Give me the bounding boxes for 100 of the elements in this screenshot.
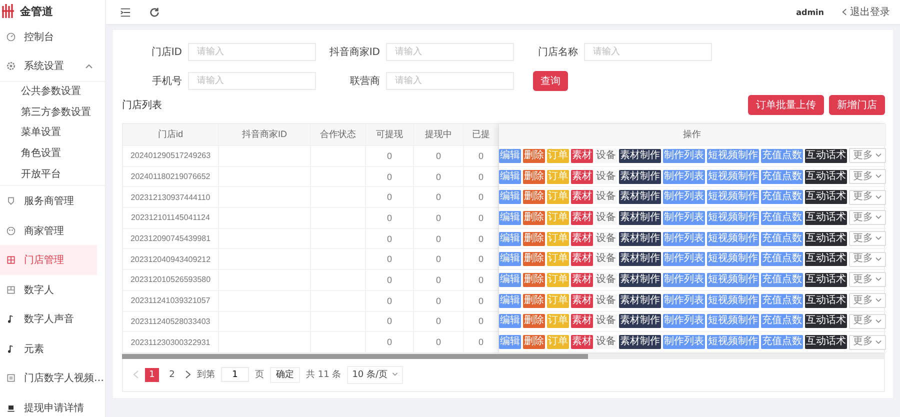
action-button[interactable]: 删除 bbox=[523, 210, 545, 225]
action-button[interactable]: 短视频制作 bbox=[707, 335, 759, 350]
sidebar-item[interactable]: 服务商管理 bbox=[0, 186, 105, 216]
action-button[interactable]: 互动话术 bbox=[805, 294, 847, 308]
action-button[interactable]: 设备 bbox=[595, 232, 617, 246]
action-button[interactable]: 制作列表 bbox=[663, 335, 705, 350]
action-button[interactable]: 素材 bbox=[571, 335, 593, 350]
action-button[interactable]: 制作列表 bbox=[663, 190, 705, 204]
action-button[interactable]: 编辑 bbox=[499, 148, 521, 163]
action-button[interactable]: 删除 bbox=[523, 232, 545, 246]
sidebar-item[interactable]: 元素 bbox=[0, 334, 105, 364]
action-button[interactable]: 素材 bbox=[571, 252, 593, 266]
action-button[interactable]: 编辑 bbox=[499, 252, 521, 266]
submenu-item[interactable]: 菜单设置 bbox=[0, 123, 105, 144]
more-dropdown[interactable]: 更多 bbox=[849, 190, 886, 205]
sidebar-item[interactable]: 提现申请详情 bbox=[0, 392, 105, 417]
action-button[interactable]: 素材 bbox=[571, 314, 593, 328]
action-button[interactable]: 素材制作 bbox=[619, 294, 661, 308]
submenu-item[interactable]: 角色设置 bbox=[0, 144, 105, 165]
refresh-icon[interactable] bbox=[149, 6, 160, 18]
action-button[interactable]: 素材 bbox=[571, 190, 593, 204]
action-button[interactable]: 素材 bbox=[571, 294, 593, 308]
input-field[interactable]: 请输入 bbox=[188, 72, 316, 90]
more-dropdown[interactable]: 更多 bbox=[849, 148, 886, 164]
page-button[interactable]: 2 bbox=[165, 368, 179, 382]
action-button[interactable]: 编辑 bbox=[499, 190, 521, 204]
action-button[interactable]: 编辑 bbox=[499, 170, 521, 184]
action-button[interactable]: 短视频制作 bbox=[707, 252, 759, 266]
action-button[interactable]: 充值点数 bbox=[761, 252, 803, 266]
more-dropdown[interactable]: 更多 bbox=[849, 231, 886, 246]
action-button[interactable]: 设备 bbox=[595, 335, 617, 350]
action-button[interactable]: 素材制作 bbox=[619, 314, 661, 328]
action-button[interactable]: 短视频制作 bbox=[707, 148, 759, 163]
action-button[interactable]: 制作列表 bbox=[663, 252, 705, 266]
action-button[interactable]: 素材 bbox=[571, 272, 593, 287]
action-button[interactable]: 设备 bbox=[595, 272, 617, 287]
action-button[interactable]: 互动话术 bbox=[805, 210, 847, 225]
action-button[interactable]: 素材 bbox=[571, 232, 593, 246]
page-input[interactable]: 1 bbox=[221, 367, 249, 382]
action-button[interactable]: 短视频制作 bbox=[707, 190, 759, 204]
action-button[interactable]: 充值点数 bbox=[761, 314, 803, 328]
action-button[interactable]: 设备 bbox=[595, 148, 617, 163]
action-button[interactable]: 编辑 bbox=[499, 294, 521, 308]
action-button[interactable]: 制作列表 bbox=[663, 272, 705, 287]
action-button[interactable]: 互动话术 bbox=[805, 190, 847, 204]
action-button[interactable]: 互动话术 bbox=[805, 252, 847, 266]
action-button[interactable]: 制作列表 bbox=[663, 314, 705, 328]
query-button[interactable]: 查询 bbox=[533, 71, 568, 91]
action-button[interactable]: 删除 bbox=[523, 314, 545, 328]
sidebar-item[interactable]: 门店管理 bbox=[0, 245, 97, 275]
action-button[interactable]: 互动话术 bbox=[805, 335, 847, 350]
action-button[interactable]: 互动话术 bbox=[805, 232, 847, 246]
logout-link[interactable]: 退出登录 bbox=[842, 5, 890, 19]
action-button[interactable]: 互动话术 bbox=[805, 272, 847, 287]
action-button[interactable]: 设备 bbox=[595, 210, 617, 225]
action-button[interactable]: 删除 bbox=[523, 252, 545, 266]
more-dropdown[interactable]: 更多 bbox=[849, 252, 886, 267]
more-dropdown[interactable]: 更多 bbox=[849, 169, 886, 184]
action-button[interactable]: 充值点数 bbox=[761, 272, 803, 287]
more-dropdown[interactable]: 更多 bbox=[849, 334, 886, 350]
action-button[interactable]: 充值点数 bbox=[761, 170, 803, 184]
action-button[interactable]: 短视频制作 bbox=[707, 170, 759, 184]
submenu-item[interactable]: 公共参数设置 bbox=[0, 82, 105, 103]
submenu-item[interactable]: 第三方参数设置 bbox=[0, 102, 105, 124]
sidebar-item[interactable]: 商家管理 bbox=[0, 216, 105, 246]
page-size-select[interactable]: 10 条/页 bbox=[347, 366, 403, 384]
sidebar-item[interactable]: 系统设置 bbox=[0, 52, 105, 81]
action-button[interactable]: 删除 bbox=[523, 272, 545, 287]
more-dropdown[interactable]: 更多 bbox=[849, 210, 886, 226]
input-field[interactable]: 请输入 bbox=[188, 43, 316, 61]
action-button[interactable]: 短视频制作 bbox=[707, 210, 759, 225]
submenu-item[interactable]: 开放平台 bbox=[0, 164, 105, 186]
action-button[interactable]: 素材制作 bbox=[619, 232, 661, 246]
action-button[interactable]: 素材制作 bbox=[619, 170, 661, 184]
action-button[interactable]: 删除 bbox=[523, 294, 545, 308]
scrollbar-thumb[interactable] bbox=[122, 354, 588, 359]
action-button[interactable]: 素材制作 bbox=[619, 148, 661, 163]
action-button[interactable]: 充值点数 bbox=[761, 294, 803, 308]
input-field[interactable]: 请输入 bbox=[386, 72, 514, 90]
action-button[interactable]: 素材 bbox=[571, 170, 593, 184]
action-button[interactable]: 制作列表 bbox=[663, 294, 705, 308]
action-button[interactable]: 制作列表 bbox=[663, 210, 705, 225]
sidebar-item[interactable]: 门店数字人视频… bbox=[0, 363, 105, 393]
more-dropdown[interactable]: 更多 bbox=[849, 314, 886, 329]
action-button[interactable]: 素材 bbox=[571, 148, 593, 163]
action-button[interactable]: 删除 bbox=[523, 170, 545, 184]
action-button[interactable]: 充值点数 bbox=[761, 335, 803, 350]
action-button[interactable]: 素材制作 bbox=[619, 210, 661, 225]
more-dropdown[interactable]: 更多 bbox=[849, 272, 886, 288]
action-button[interactable]: 素材制作 bbox=[619, 252, 661, 266]
action-button[interactable]: 设备 bbox=[595, 314, 617, 328]
action-button[interactable]: 素材制作 bbox=[619, 335, 661, 350]
action-button[interactable]: 充值点数 bbox=[761, 190, 803, 204]
toolbar-button[interactable]: 新增门店 bbox=[829, 95, 885, 115]
action-button[interactable]: 编辑 bbox=[499, 314, 521, 328]
action-button[interactable]: 制作列表 bbox=[663, 170, 705, 184]
sidebar-item[interactable]: 控制台 bbox=[0, 22, 105, 52]
action-button[interactable]: 互动话术 bbox=[805, 170, 847, 184]
input-field[interactable]: 请输入 bbox=[584, 43, 712, 61]
action-button[interactable]: 设备 bbox=[595, 252, 617, 266]
